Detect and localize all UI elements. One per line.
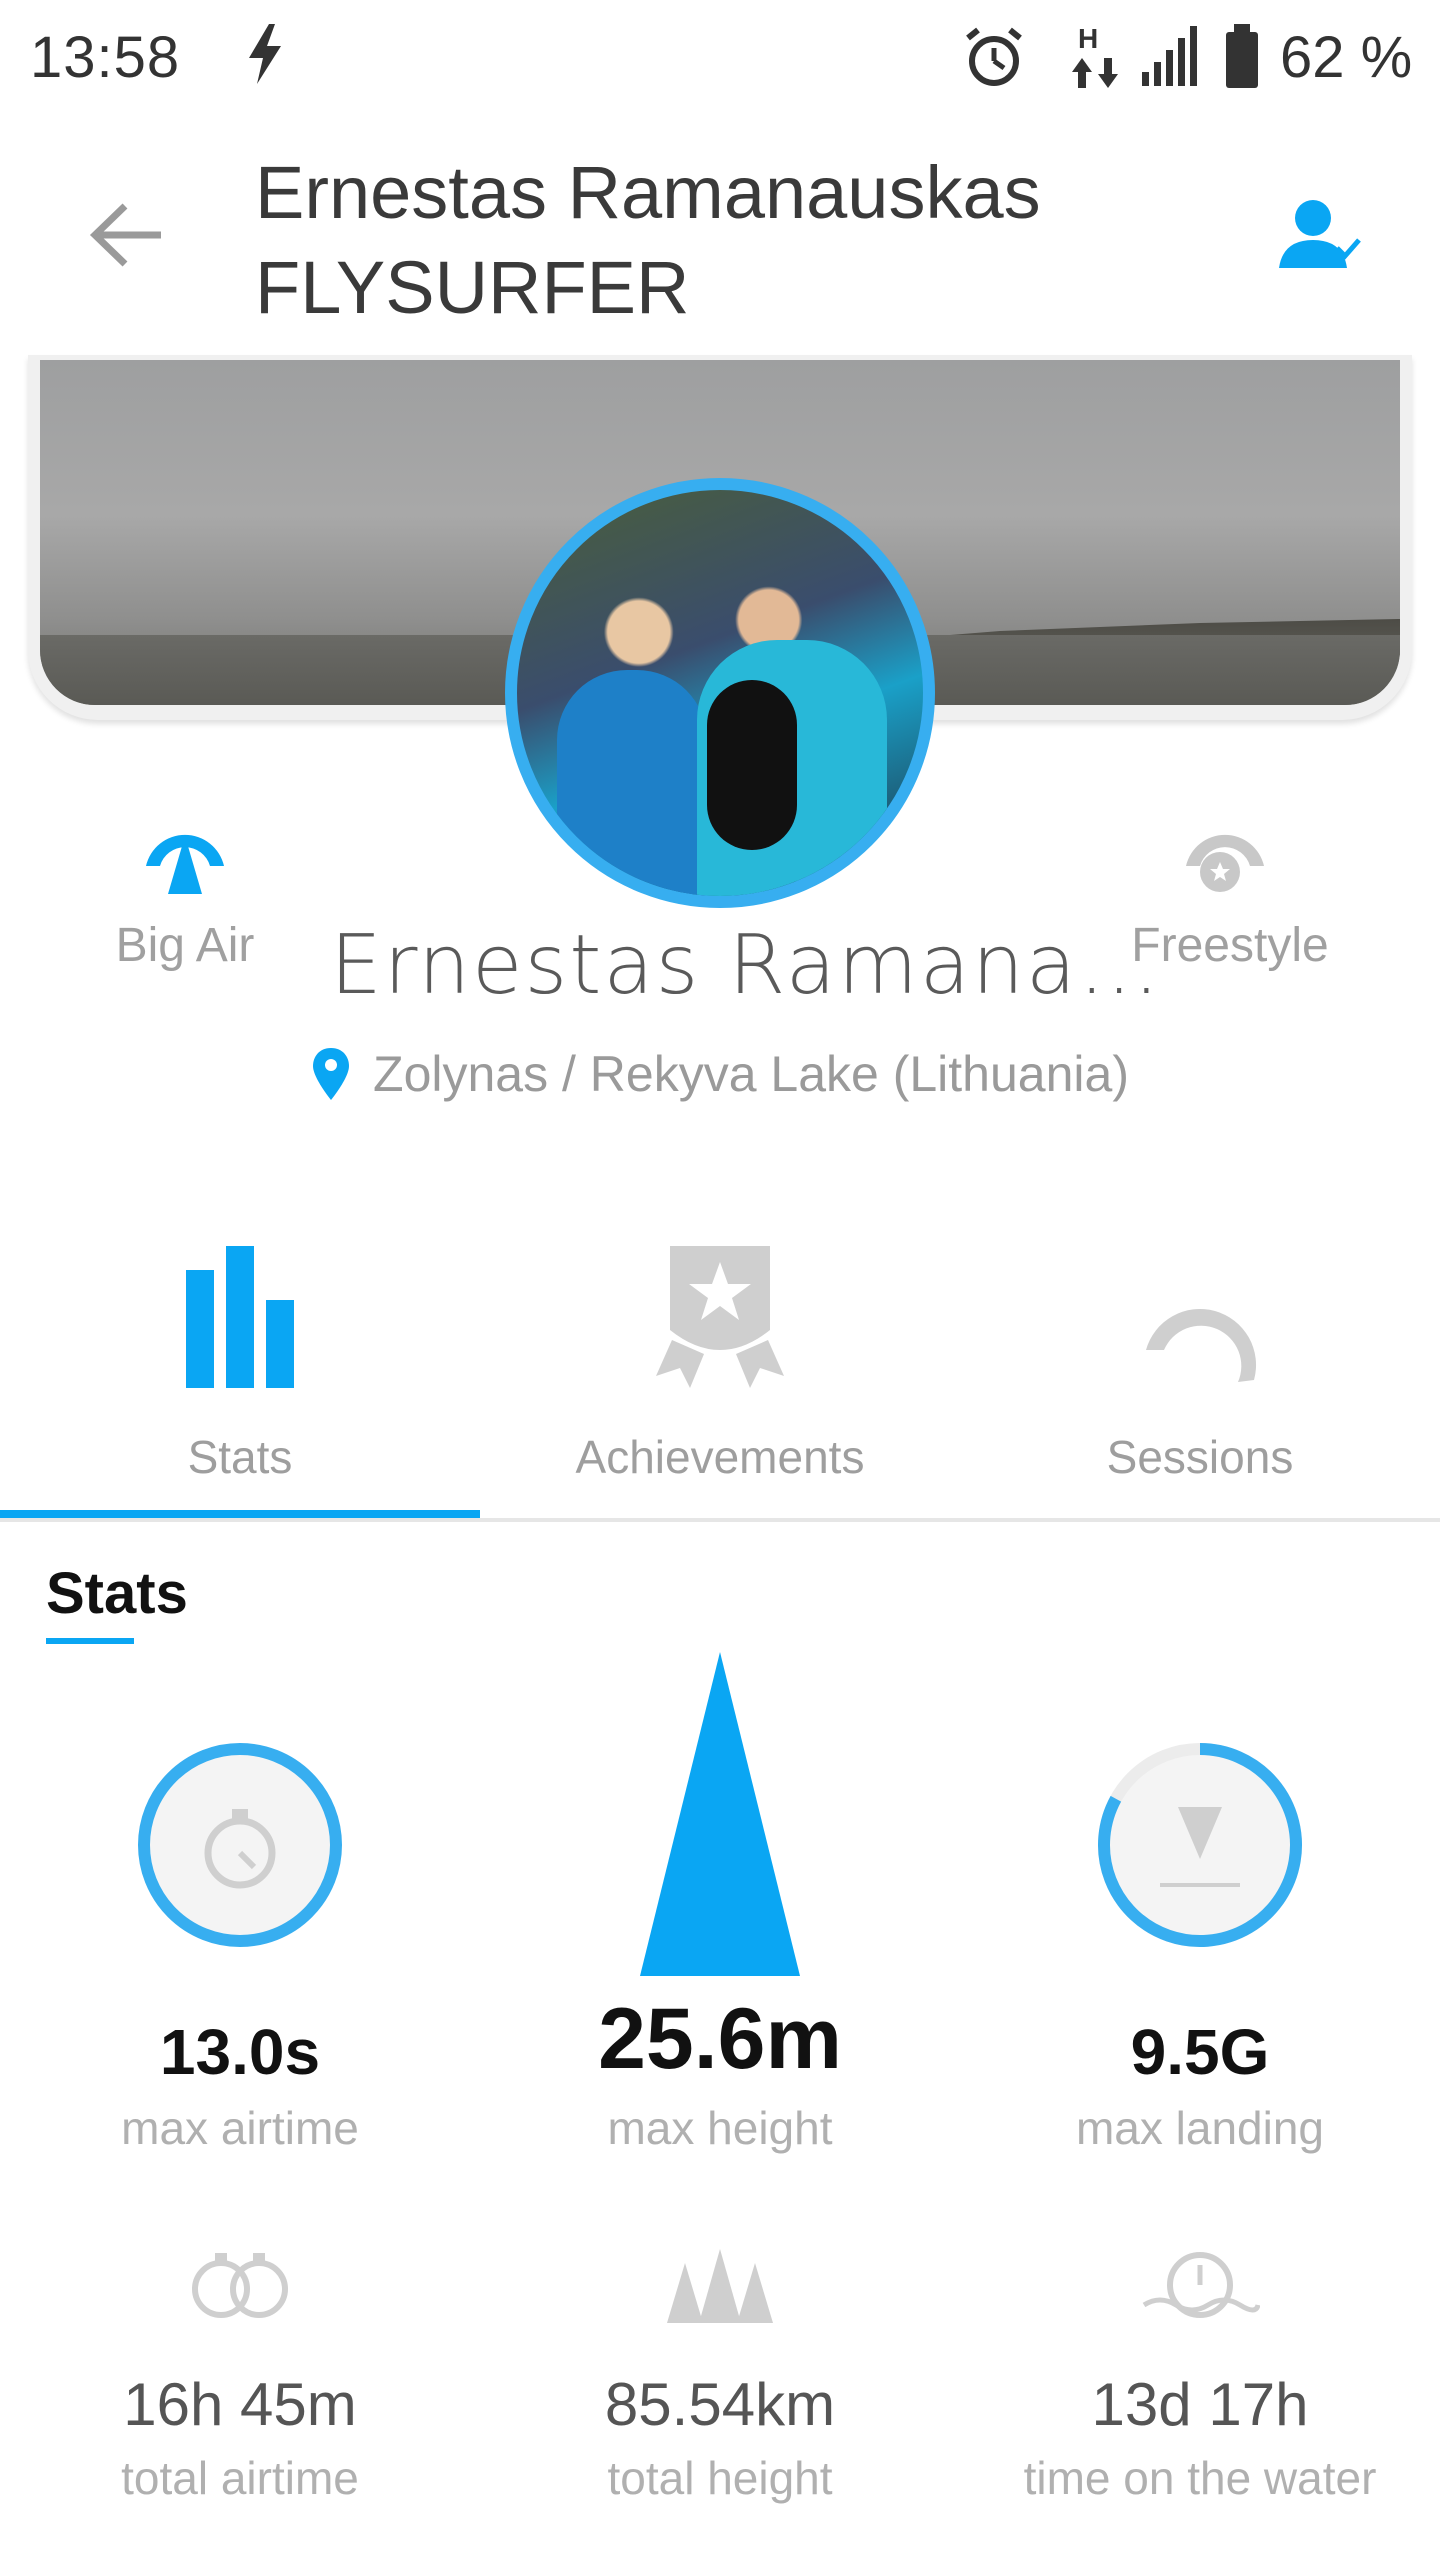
mountains-icon xyxy=(665,2245,775,2330)
profile-name: Ernestas Ramana… xyxy=(330,918,1163,1013)
height-triangle-icon xyxy=(640,1650,800,1985)
stat-time-on-water: 13d 17h time on the water xyxy=(960,2370,1440,2505)
stat-label: time on the water xyxy=(1023,2452,1377,2504)
stat-value: 85.54km xyxy=(604,2371,836,2438)
stat-value: 25.6m xyxy=(598,1991,842,2087)
page-subtitle: FLYSURFER xyxy=(255,246,690,329)
status-time: 13:58 xyxy=(30,25,181,90)
session-arc-icon xyxy=(1140,1230,1260,1390)
profile-avatar[interactable] xyxy=(505,478,935,908)
back-button[interactable] xyxy=(80,190,170,280)
tab-divider xyxy=(0,1518,1440,1522)
section-title: Stats xyxy=(46,1561,188,1626)
airtime-ring xyxy=(130,1735,350,1960)
achievement-badge-icon xyxy=(650,1230,790,1390)
tab-label: Achievements xyxy=(575,1431,865,1483)
landing-ring xyxy=(1090,1735,1310,1960)
stat-max-airtime: 13.0s max airtime xyxy=(0,2015,480,2155)
stat-max-landing: 9.5G max landing xyxy=(960,2015,1440,2155)
stat-label: max landing xyxy=(1075,2102,1325,2154)
page-title: Ernestas Ramanauskas xyxy=(255,151,1041,234)
tab-label: Sessions xyxy=(1106,1431,1294,1483)
time-on-water-icon xyxy=(1140,2245,1261,2330)
double-stopwatch-icon xyxy=(185,2245,295,2330)
stat-value: 13d 17h xyxy=(1091,2371,1309,2438)
stat-total-height: 85.54km total height xyxy=(480,2370,960,2505)
avatar-dog xyxy=(707,680,797,850)
stat-value: 9.5G xyxy=(1130,2016,1270,2088)
stat-value: 13.0s xyxy=(159,2016,321,2088)
battery-percent: 62 % xyxy=(1280,25,1413,90)
location-text: Zolynas / Rekyva Lake (Lithuania) xyxy=(373,1046,1129,1102)
section-underline xyxy=(46,1638,134,1644)
stat-max-height: 25.6m max height xyxy=(480,1990,960,2155)
battery-icon xyxy=(1222,22,1262,97)
verified-user-button[interactable] xyxy=(1275,190,1365,280)
stat-value: 16h 45m xyxy=(123,2371,357,2438)
stat-label: total airtime xyxy=(121,2452,359,2504)
freestyle-icon[interactable] xyxy=(1180,808,1270,903)
alarm-icon xyxy=(962,26,1026,95)
stats-bars-icon xyxy=(180,1230,300,1390)
big-air-icon[interactable] xyxy=(140,808,230,903)
tab-sessions[interactable]: Sessions xyxy=(960,1230,1440,1520)
tab-label: Stats xyxy=(187,1431,293,1483)
stat-label: total height xyxy=(607,2452,833,2504)
verified-user-icon xyxy=(1279,200,1361,268)
big-air-label: Big Air xyxy=(115,919,255,972)
tab-achievements[interactable]: Achievements xyxy=(480,1230,960,1520)
stat-total-airtime: 16h 45m total airtime xyxy=(0,2370,480,2505)
mobile-data-icon: H xyxy=(1068,22,1124,97)
signal-icon xyxy=(1140,22,1200,93)
stat-label: max height xyxy=(607,2102,833,2154)
tab-stats[interactable]: Stats xyxy=(0,1230,480,1520)
flash-icon xyxy=(245,22,285,91)
stat-label: max airtime xyxy=(121,2102,359,2154)
svg-text:H: H xyxy=(1078,23,1098,54)
back-arrow-icon xyxy=(89,203,161,267)
location-row: Zolynas / Rekyva Lake (Lithuania) xyxy=(0,1045,1440,1103)
location-pin-icon xyxy=(313,1048,350,1100)
avatar-person xyxy=(557,670,707,896)
tab-indicator xyxy=(0,1510,480,1518)
